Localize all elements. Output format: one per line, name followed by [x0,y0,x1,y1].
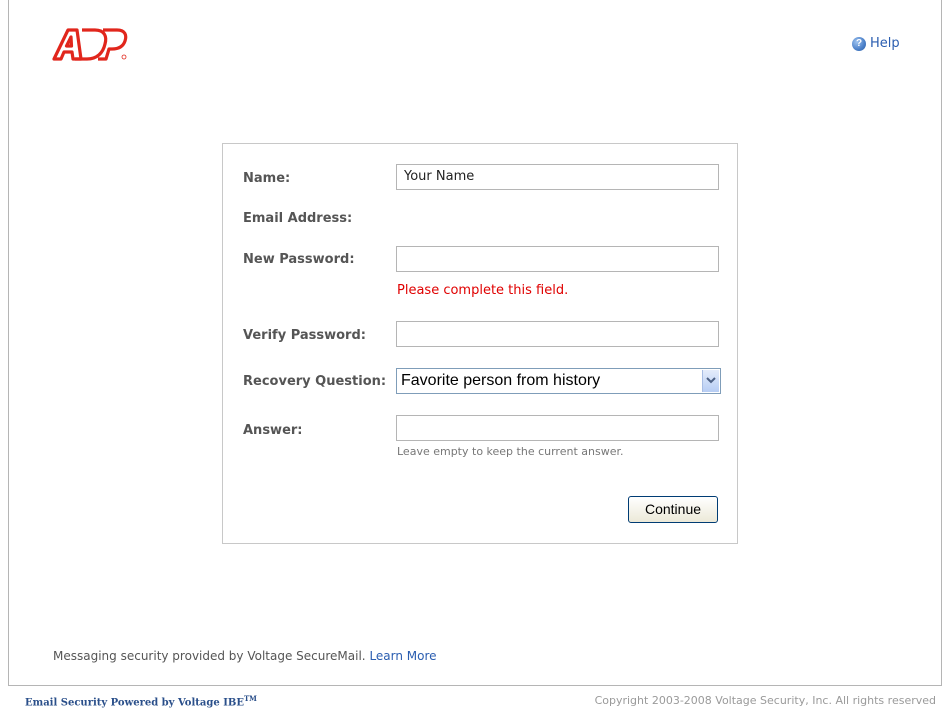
trademark: TM [243,694,257,703]
powered-by: Email Security Powered by Voltage IBETM [25,694,257,708]
name-input[interactable]: Your Name [396,164,719,190]
security-text: Messaging security provided by Voltage S… [53,649,366,663]
recovery-question-select[interactable]: Favorite person from history [396,368,721,394]
copyright: Copyright 2003-2008 Voltage Security, In… [594,694,936,707]
new-password-label: New Password: [243,252,355,267]
powered-by-text: Email Security Powered by Voltage IBE [25,697,244,709]
email-address-label: Email Address: [243,211,353,226]
help-icon: ? [852,36,866,51]
security-footer: Messaging security provided by Voltage S… [53,649,437,663]
dropdown-button[interactable] [702,370,719,392]
new-password-error: Please complete this field. [397,283,569,298]
adp-logo [52,28,128,61]
chevron-down-icon [706,377,716,384]
recovery-question-label: Recovery Question: [243,374,387,389]
verify-password-input[interactable] [396,321,719,347]
continue-button[interactable]: Continue [628,496,718,523]
answer-input[interactable] [396,415,719,441]
answer-hint: Leave empty to keep the current answer. [397,445,624,458]
help-label: Help [870,36,900,51]
new-password-input[interactable] [396,246,719,272]
answer-label: Answer: [243,423,303,438]
verify-password-label: Verify Password: [243,328,366,343]
learn-more-link[interactable]: Learn More [369,649,436,663]
name-label: Name: [243,171,291,186]
help-link[interactable]: ? Help [852,36,900,51]
recovery-question-value: Favorite person from history [401,372,601,389]
